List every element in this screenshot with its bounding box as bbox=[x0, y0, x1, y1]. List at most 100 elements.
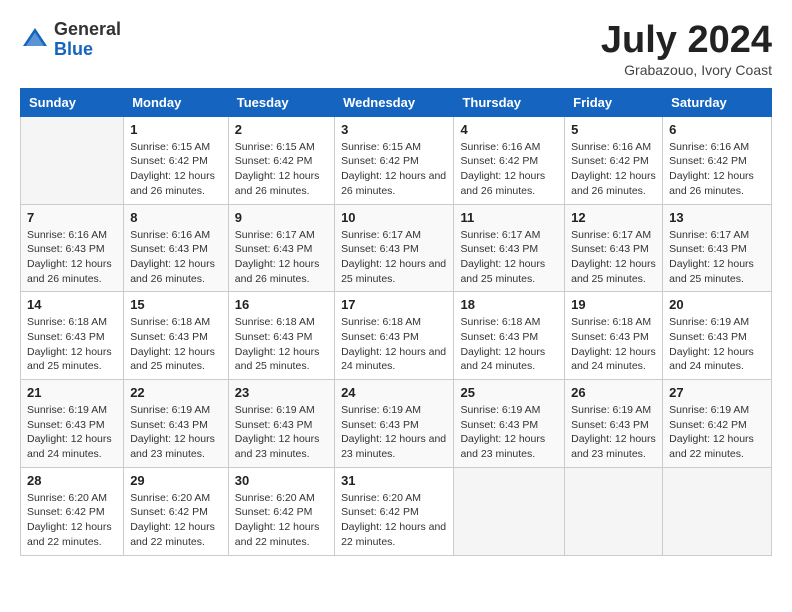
day-number: 1 bbox=[130, 122, 222, 137]
day-info: Sunrise: 6:15 AMSunset: 6:42 PMDaylight:… bbox=[341, 140, 447, 199]
day-info: Sunrise: 6:20 AMSunset: 6:42 PMDaylight:… bbox=[130, 491, 222, 550]
title-area: July 2024 Grabazouo, Ivory Coast bbox=[601, 20, 772, 78]
header-friday: Friday bbox=[565, 88, 663, 116]
day-number: 30 bbox=[235, 473, 328, 488]
day-number: 8 bbox=[130, 210, 222, 225]
day-info: Sunrise: 6:20 AMSunset: 6:42 PMDaylight:… bbox=[341, 491, 447, 550]
day-cell: 19 Sunrise: 6:18 AMSunset: 6:43 PMDayligh… bbox=[565, 292, 663, 380]
day-info: Sunrise: 6:19 AMSunset: 6:42 PMDaylight:… bbox=[669, 403, 765, 462]
day-number: 17 bbox=[341, 297, 447, 312]
logo-blue-text: Blue bbox=[54, 40, 121, 60]
day-cell: 17 Sunrise: 6:18 AMSunset: 6:43 PMDayligh… bbox=[335, 292, 454, 380]
day-info: Sunrise: 6:15 AMSunset: 6:42 PMDaylight:… bbox=[235, 140, 328, 199]
week-row-0: 1 Sunrise: 6:15 AMSunset: 6:42 PMDaylight… bbox=[21, 116, 772, 204]
day-info: Sunrise: 6:18 AMSunset: 6:43 PMDaylight:… bbox=[571, 315, 656, 374]
calendar-table: SundayMondayTuesdayWednesdayThursdayFrid… bbox=[20, 88, 772, 556]
header-thursday: Thursday bbox=[454, 88, 565, 116]
day-cell: 5 Sunrise: 6:16 AMSunset: 6:42 PMDaylight… bbox=[565, 116, 663, 204]
day-info: Sunrise: 6:20 AMSunset: 6:42 PMDaylight:… bbox=[235, 491, 328, 550]
day-info: Sunrise: 6:19 AMSunset: 6:43 PMDaylight:… bbox=[130, 403, 222, 462]
day-cell: 7Sunrise: 6:16 AMSunset: 6:43 PMDaylight… bbox=[21, 204, 124, 292]
day-info: Sunrise: 6:17 AMSunset: 6:43 PMDaylight:… bbox=[341, 228, 447, 287]
logo-text: General Blue bbox=[54, 20, 121, 60]
day-cell: 21 Sunrise: 6:19 AMSunset: 6:43 PMDayligh… bbox=[21, 380, 124, 468]
day-cell: 6 Sunrise: 6:16 AMSunset: 6:42 PMDaylight… bbox=[663, 116, 772, 204]
day-info: Sunrise: 6:19 AMSunset: 6:43 PMDaylight:… bbox=[571, 403, 656, 462]
day-cell: 13Sunrise: 6:17 AMSunset: 6:43 PMDayligh… bbox=[663, 204, 772, 292]
day-cell: 11 Sunrise: 6:17 AMSunset: 6:43 PMDayligh… bbox=[454, 204, 565, 292]
day-info: Sunrise: 6:20 AMSunset: 6:42 PMDaylight:… bbox=[27, 491, 117, 550]
day-cell: 30 Sunrise: 6:20 AMSunset: 6:42 PMDayligh… bbox=[228, 467, 334, 555]
day-number: 16 bbox=[235, 297, 328, 312]
day-cell: 15 Sunrise: 6:18 AMSunset: 6:43 PMDayligh… bbox=[124, 292, 229, 380]
day-number: 19 bbox=[571, 297, 656, 312]
day-number: 6 bbox=[669, 122, 765, 137]
day-info: Sunrise: 6:19 AMSunset: 6:43 PMDaylight:… bbox=[341, 403, 447, 462]
day-cell: 29 Sunrise: 6:20 AMSunset: 6:42 PMDayligh… bbox=[124, 467, 229, 555]
day-info: Sunrise: 6:16 AMSunset: 6:43 PMDaylight:… bbox=[27, 228, 117, 287]
day-info: Sunrise: 6:19 AMSunset: 6:43 PMDaylight:… bbox=[669, 315, 765, 374]
day-info: Sunrise: 6:17 AMSunset: 6:43 PMDaylight:… bbox=[669, 228, 765, 287]
day-info: Sunrise: 6:18 AMSunset: 6:43 PMDaylight:… bbox=[460, 315, 558, 374]
day-info: Sunrise: 6:18 AMSunset: 6:43 PMDaylight:… bbox=[130, 315, 222, 374]
day-number: 27 bbox=[669, 385, 765, 400]
day-number: 2 bbox=[235, 122, 328, 137]
header-tuesday: Tuesday bbox=[228, 88, 334, 116]
day-number: 20 bbox=[669, 297, 765, 312]
day-number: 11 bbox=[460, 210, 558, 225]
day-number: 18 bbox=[460, 297, 558, 312]
day-cell bbox=[21, 116, 124, 204]
day-info: Sunrise: 6:16 AMSunset: 6:42 PMDaylight:… bbox=[460, 140, 558, 199]
day-info: Sunrise: 6:19 AMSunset: 6:43 PMDaylight:… bbox=[27, 403, 117, 462]
day-cell: 20 Sunrise: 6:19 AMSunset: 6:43 PMDayligh… bbox=[663, 292, 772, 380]
day-cell: 24 Sunrise: 6:19 AMSunset: 6:43 PMDayligh… bbox=[335, 380, 454, 468]
day-cell: 8 Sunrise: 6:16 AMSunset: 6:43 PMDaylight… bbox=[124, 204, 229, 292]
day-cell: 1 Sunrise: 6:15 AMSunset: 6:42 PMDaylight… bbox=[124, 116, 229, 204]
day-cell: 4 Sunrise: 6:16 AMSunset: 6:42 PMDaylight… bbox=[454, 116, 565, 204]
day-number: 25 bbox=[460, 385, 558, 400]
day-info: Sunrise: 6:16 AMSunset: 6:42 PMDaylight:… bbox=[571, 140, 656, 199]
day-info: Sunrise: 6:18 AMSunset: 6:43 PMDaylight:… bbox=[235, 315, 328, 374]
day-info: Sunrise: 6:18 AMSunset: 6:43 PMDaylight:… bbox=[341, 315, 447, 374]
day-cell: 9Sunrise: 6:17 AMSunset: 6:43 PMDaylight… bbox=[228, 204, 334, 292]
day-number: 29 bbox=[130, 473, 222, 488]
week-row-2: 14 Sunrise: 6:18 AMSunset: 6:43 PMDayligh… bbox=[21, 292, 772, 380]
day-cell: 2 Sunrise: 6:15 AMSunset: 6:42 PMDaylight… bbox=[228, 116, 334, 204]
day-number: 28 bbox=[27, 473, 117, 488]
day-number: 9 bbox=[235, 210, 328, 225]
month-title: July 2024 bbox=[601, 20, 772, 62]
day-info: Sunrise: 6:16 AMSunset: 6:43 PMDaylight:… bbox=[130, 228, 222, 287]
header-sunday: Sunday bbox=[21, 88, 124, 116]
day-cell: 26 Sunrise: 6:19 AMSunset: 6:43 PMDayligh… bbox=[565, 380, 663, 468]
day-cell bbox=[565, 467, 663, 555]
day-number: 26 bbox=[571, 385, 656, 400]
week-row-4: 28 Sunrise: 6:20 AMSunset: 6:42 PMDayligh… bbox=[21, 467, 772, 555]
day-cell: 10 Sunrise: 6:17 AMSunset: 6:43 PMDayligh… bbox=[335, 204, 454, 292]
day-info: Sunrise: 6:18 AMSunset: 6:43 PMDaylight:… bbox=[27, 315, 117, 374]
day-cell: 3 Sunrise: 6:15 AMSunset: 6:42 PMDaylight… bbox=[335, 116, 454, 204]
day-cell bbox=[454, 467, 565, 555]
day-cell: 12Sunrise: 6:17 AMSunset: 6:43 PMDayligh… bbox=[565, 204, 663, 292]
day-number: 3 bbox=[341, 122, 447, 137]
day-info: Sunrise: 6:19 AMSunset: 6:43 PMDaylight:… bbox=[235, 403, 328, 462]
day-cell: 23Sunrise: 6:19 AMSunset: 6:43 PMDayligh… bbox=[228, 380, 334, 468]
day-number: 15 bbox=[130, 297, 222, 312]
day-number: 24 bbox=[341, 385, 447, 400]
week-row-3: 21 Sunrise: 6:19 AMSunset: 6:43 PMDayligh… bbox=[21, 380, 772, 468]
day-number: 22 bbox=[130, 385, 222, 400]
day-info: Sunrise: 6:17 AMSunset: 6:43 PMDaylight:… bbox=[571, 228, 656, 287]
day-number: 4 bbox=[460, 122, 558, 137]
day-cell: 25 Sunrise: 6:19 AMSunset: 6:43 PMDayligh… bbox=[454, 380, 565, 468]
day-info: Sunrise: 6:19 AMSunset: 6:43 PMDaylight:… bbox=[460, 403, 558, 462]
day-number: 10 bbox=[341, 210, 447, 225]
header: General Blue July 2024 Grabazouo, Ivory … bbox=[20, 20, 772, 78]
day-cell bbox=[663, 467, 772, 555]
day-info: Sunrise: 6:17 AMSunset: 6:43 PMDaylight:… bbox=[460, 228, 558, 287]
day-number: 5 bbox=[571, 122, 656, 137]
day-number: 21 bbox=[27, 385, 117, 400]
location-subtitle: Grabazouo, Ivory Coast bbox=[601, 62, 772, 78]
day-info: Sunrise: 6:15 AMSunset: 6:42 PMDaylight:… bbox=[130, 140, 222, 199]
day-number: 14 bbox=[27, 297, 117, 312]
day-info: Sunrise: 6:16 AMSunset: 6:42 PMDaylight:… bbox=[669, 140, 765, 199]
header-wednesday: Wednesday bbox=[335, 88, 454, 116]
